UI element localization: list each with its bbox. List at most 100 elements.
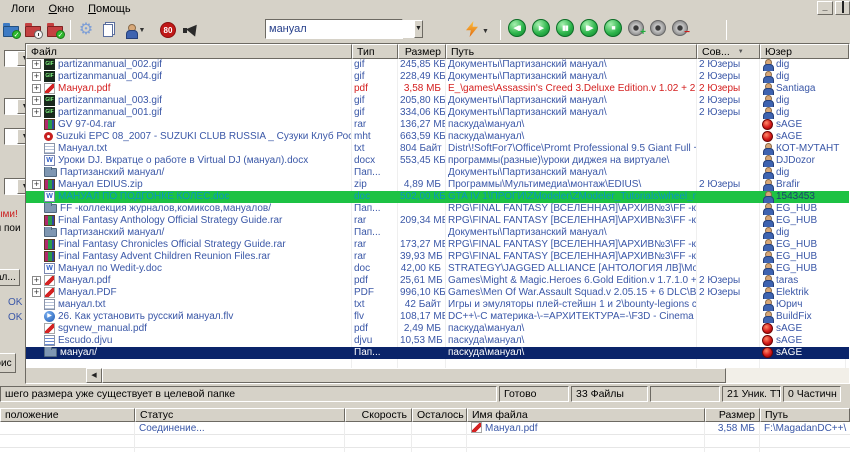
transfer-column-4[interactable]: Имя файла — [467, 408, 705, 422]
expand-icon[interactable]: + — [32, 96, 41, 105]
media-next-icon: ▮▶ — [585, 24, 592, 32]
menu-window[interactable]: Окно — [42, 2, 82, 16]
expand-icon[interactable]: + — [32, 108, 41, 117]
result-row[interactable]: FF -коллекция журналов,комиксов,мануалов… — [26, 203, 849, 215]
speed-limit-button[interactable]: 80 — [157, 19, 179, 41]
user-icon — [762, 95, 773, 106]
horizontal-scrollbar[interactable]: ◀ — [26, 368, 849, 383]
volume-button[interactable] — [650, 20, 666, 36]
result-row[interactable]: +Мануал.pdfpdf25,61 МБGames\Might & Magi… — [26, 275, 849, 287]
cell-size — [398, 203, 446, 215]
hub-connect-button[interactable]: ✓ — [0, 19, 22, 41]
transfer-row[interactable]: Соединение...Мануал.pdf3,58 МБF:\Magadan… — [0, 422, 850, 435]
column-header-4[interactable]: Сов...▼ — [697, 44, 760, 59]
away-button[interactable] — [179, 19, 201, 41]
settings-button[interactable]: ⚙ — [75, 19, 97, 41]
search-input[interactable] — [266, 20, 414, 38]
expand-icon[interactable]: + — [32, 180, 41, 189]
result-row[interactable]: +Мануал.pdfpdf3,58 МБE_\games\Assassin's… — [26, 83, 849, 95]
flash-dropdown-icon[interactable]: ▼ — [482, 28, 489, 35]
cell-slots — [697, 323, 760, 335]
transfer-column-3[interactable]: Осталось — [412, 408, 467, 422]
result-row[interactable]: GV 97-04.rarrar136,27 МБпаскуда\мануал\s… — [26, 119, 849, 131]
menu-help[interactable]: Помощь — [81, 2, 138, 16]
result-row[interactable]: +GIFpartizanmanual_002.gifgif245,85 КБДо… — [26, 59, 849, 71]
restore-button[interactable] — [835, 1, 850, 15]
result-row[interactable]: Escudo.djvudjvu10,53 МБпаскуда\мануал\sA… — [26, 335, 849, 347]
expand-icon[interactable]: + — [32, 60, 41, 69]
result-row[interactable]: Партизанский мануал/Пап...Документы\Парт… — [26, 227, 849, 239]
file-type-dropdown[interactable]: ▼ — [4, 178, 25, 195]
media-pause-button[interactable]: ▮▮ — [556, 19, 574, 37]
cell-size: 39,93 МБ — [398, 251, 446, 263]
file-name: Мануал.pdf — [58, 83, 111, 94]
result-row[interactable]: WМануал по Wedit-у.docdoc42,00 КБSTRATEG… — [26, 263, 849, 275]
cell-type: gif — [352, 95, 398, 107]
search-dropdown-button[interactable]: ▼ — [414, 20, 423, 38]
result-row[interactable]: +GIFpartizanmanual_001.gifgif334,06 КБДо… — [26, 107, 849, 119]
minimize-button[interactable]: _ — [817, 1, 833, 15]
cell-user: taras — [760, 275, 849, 287]
copy-button[interactable] — [97, 19, 119, 41]
media-next-button[interactable]: ▮▶ — [580, 19, 598, 37]
status-message: шего размера уже существует в целевой па… — [0, 386, 497, 402]
size-unit-dropdown[interactable]: ▼ — [4, 128, 25, 145]
column-header-2[interactable]: Размер — [398, 44, 446, 59]
cell-slots — [697, 263, 760, 275]
fireball-user-icon — [762, 335, 773, 346]
result-row[interactable]: +GIFpartizanmanual_004.gifgif228,49 КБДо… — [26, 71, 849, 83]
result-row[interactable]: Мануал.txttxt804 БайтDistr\!SoftFor7\Off… — [26, 143, 849, 155]
result-row[interactable]: WМАНУАЛ ПО ПОДГОНКЕ КОЛЕС.docdoc502,00 К… — [26, 191, 849, 203]
flash-icon[interactable] — [466, 21, 478, 37]
transfer-column-0[interactable]: положение — [0, 408, 135, 422]
manual-button[interactable]: ал... — [0, 269, 20, 286]
result-row[interactable]: sgvnew_manual.pdfpdf2,49 МБпаскуда\мануа… — [26, 323, 849, 335]
menu-logs[interactable]: Логи — [4, 2, 42, 16]
expand-icon[interactable]: + — [32, 84, 41, 93]
cell-path: F:\MagadanDC++\ — [760, 422, 850, 435]
search-button[interactable]: поис — [0, 353, 16, 373]
expand-icon[interactable]: + — [32, 288, 41, 297]
doc-file-icon: W — [44, 191, 55, 202]
size-mode-dropdown[interactable]: ▼ — [4, 98, 25, 115]
media-prev-button[interactable]: ◀▮ — [508, 19, 526, 37]
hub-reconnect-button[interactable] — [22, 19, 44, 41]
file-name: partizanmanual_001.gif — [58, 107, 162, 118]
column-header-3[interactable]: Путь — [446, 44, 697, 59]
result-row[interactable]: +GIFpartizanmanual_003.gifgif205,80 КБДо… — [26, 95, 849, 107]
media-play-button[interactable]: ▶ — [532, 19, 550, 37]
cell-user: EG_HUB — [760, 203, 849, 215]
result-row[interactable]: +Мануал.PDFPDF996,10 КБGames\Men Of War.… — [26, 287, 849, 299]
result-row[interactable]: WУроки DJ. Вкратце о работе в Virtual DJ… — [26, 155, 849, 167]
cell-file: Final Fantasy Anthology Official Strateg… — [26, 215, 352, 227]
favorite-hubs-button[interactable]: ✓ — [44, 19, 66, 41]
media-stop-button[interactable]: ■ — [604, 19, 622, 37]
transfer-column-5[interactable]: Размер — [705, 408, 760, 422]
result-row[interactable]: +Мануал EDIUS.zipzip4,89 МБПрограммы\Мул… — [26, 179, 849, 191]
result-row[interactable]: Final Fantasy Anthology Official Strateg… — [26, 215, 849, 227]
result-row[interactable]: Final Fantasy Advent Children Reunion Fi… — [26, 251, 849, 263]
cell-location — [0, 422, 135, 435]
column-header-5[interactable]: Юзер — [760, 44, 849, 59]
transfer-column-1[interactable]: Статус — [135, 408, 345, 422]
scrollbar-thumb[interactable] — [102, 368, 726, 383]
column-header-0[interactable]: Файл — [26, 44, 352, 59]
result-row[interactable]: ▶26. Как установить русский мануал.flvfl… — [26, 311, 849, 323]
search-option-dropdown[interactable]: ▼ — [4, 50, 25, 67]
scroll-left-button[interactable]: ◀ — [86, 368, 102, 383]
users-button[interactable]: ▼ — [119, 19, 151, 41]
volume-up-button[interactable]: + — [628, 20, 644, 36]
transfer-column-2[interactable]: Скорость — [345, 408, 412, 422]
result-row[interactable]: Партизанский мануал/Пап...Документы\Парт… — [26, 167, 849, 179]
result-row[interactable]: Final Fantasy Chronicles Official Strate… — [26, 239, 849, 251]
result-row[interactable]: мануал.txttxt42 БайтИгры и эмуляторы пле… — [26, 299, 849, 311]
expand-icon[interactable]: + — [32, 72, 41, 81]
transfer-column-6[interactable]: Путь — [760, 408, 850, 422]
column-header-1[interactable]: Тип — [352, 44, 398, 59]
cell-slots — [697, 215, 760, 227]
result-row[interactable]: Suzuki EPC 08_2007 - SUZUKI CLUB RUSSIA … — [26, 131, 849, 143]
volume-down-button[interactable]: − — [672, 20, 688, 36]
result-row[interactable]: мануал/Пап...паскуда\мануал\sAGE — [26, 347, 849, 359]
cell-path: Distr\!SoftFor7\Office\Promt Professiona… — [446, 143, 697, 155]
expand-icon[interactable]: + — [32, 276, 41, 285]
